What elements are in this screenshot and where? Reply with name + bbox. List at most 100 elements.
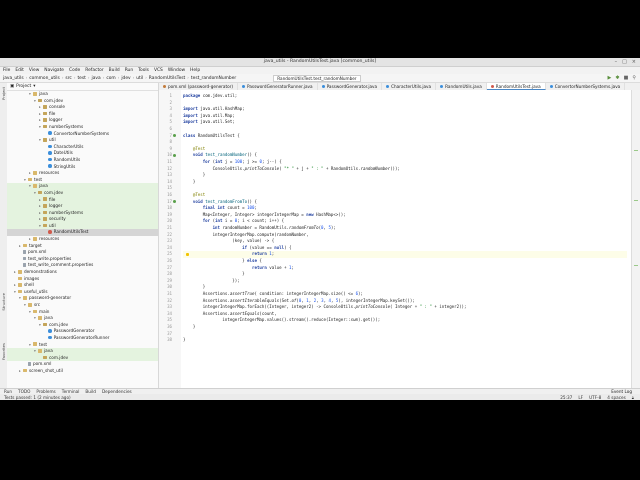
editor-tab[interactable]: RandomUtils.java — [436, 83, 487, 90]
tree-node[interactable]: ▸ logger — [7, 117, 158, 124]
breadcrumb-item[interactable]: src — [65, 76, 71, 81]
line-separator[interactable]: LF — [578, 395, 583, 400]
debug-icon[interactable]: ✱ — [615, 75, 619, 81]
run-configuration-select[interactable]: RandomUtilsTest.test_randomNumber — [273, 74, 361, 82]
tree-node[interactable]: ▸ logger — [7, 203, 158, 210]
breadcrumb-item[interactable]: java_utils — [3, 76, 24, 81]
editor-tab[interactable]: PasswordGenerator.java — [318, 83, 383, 90]
code-line[interactable]: 25 return 1; — [159, 251, 629, 258]
code-line[interactable]: 36 } — [159, 324, 629, 331]
code-line[interactable]: 27 return value + 1; — [159, 265, 629, 272]
code-line[interactable]: 7 class RandomUtilsTest { — [159, 133, 629, 140]
editor-tab[interactable]: pom.xml (password-generator) — [159, 83, 239, 90]
close-icon[interactable]: × — [632, 59, 636, 65]
tree-node[interactable]: ▾ util — [7, 222, 158, 230]
menu-file[interactable]: File — [3, 68, 10, 73]
code-line[interactable]: 26 } else { — [159, 258, 629, 265]
breadcrumb-item[interactable]: test — [77, 76, 85, 81]
minimize-icon[interactable]: – — [615, 59, 618, 65]
project-tool-button[interactable]: Project — [1, 87, 6, 100]
code-line[interactable]: 14 } — [159, 179, 629, 186]
run-test-icon[interactable] — [173, 154, 176, 158]
menu-edit[interactable]: Edit — [15, 68, 24, 73]
run-test-icon[interactable] — [173, 200, 176, 204]
tree-node[interactable]: CharacterUtils — [7, 144, 158, 151]
tree-node[interactable]: StringUtils — [7, 164, 158, 171]
editor-tab[interactable]: CharacterUtils.java — [382, 83, 437, 90]
tree-node[interactable]: ▾ test — [7, 177, 158, 184]
tree-node[interactable]: ▾ java — [7, 183, 158, 190]
scroll-marker[interactable] — [634, 150, 638, 151]
code-line[interactable]: 15 — [159, 185, 629, 192]
editor-tab[interactable]: RandomUtilsTest.java — [486, 83, 546, 90]
code-line[interactable]: 32 Assertions.assertIterableEquals(Set.o… — [159, 298, 629, 305]
code-line[interactable]: 9 @Test — [159, 146, 629, 153]
editor-tab[interactable]: PasswordGeneratorRunner.java — [238, 83, 318, 90]
tree-node[interactable]: ▾ password-generator — [7, 295, 158, 302]
breadcrumb-item[interactable]: util — [136, 76, 143, 81]
menu-code[interactable]: Code — [69, 68, 80, 73]
tree-node[interactable]: ▸ target — [7, 243, 158, 250]
code-line[interactable]: 30 } — [159, 284, 629, 291]
tree-node[interactable]: ▾ util — [7, 137, 158, 144]
indent-setting[interactable]: 4 spaces — [607, 395, 625, 400]
tree-node[interactable]: com.jdev — [7, 354, 158, 362]
code-line[interactable]: 2 — [159, 100, 629, 107]
tree-node[interactable]: test_write.properties — [7, 256, 158, 263]
code-line[interactable]: 33 integerIntegerMap.forEach((Integer, i… — [159, 304, 629, 311]
code-line[interactable]: 1 package com.jdev.util; — [159, 93, 629, 100]
tree-node[interactable]: ▸ resources — [7, 170, 158, 177]
tree-node[interactable]: ▸ numberSystems — [7, 209, 158, 217]
code-line[interactable]: 5 import java.util.Set; — [159, 119, 629, 126]
code-line[interactable]: 22 integerIntegerMap.compute(randomNumbe… — [159, 232, 629, 239]
tree-node[interactable]: ▸ resources — [7, 236, 158, 243]
menu-view[interactable]: View — [29, 68, 39, 73]
structure-tool-button[interactable]: Structure — [1, 293, 6, 311]
tree-node[interactable]: ▸ file — [7, 196, 158, 204]
favorites-tool-button[interactable]: Favorites — [1, 343, 6, 360]
code-line[interactable]: 4 import java.util.Map; — [159, 113, 629, 120]
code-line[interactable]: 24 if (value == null) { — [159, 245, 629, 252]
tree-node[interactable]: ▸ demonstrations — [7, 269, 158, 276]
caret-position[interactable]: 25:37 — [560, 395, 572, 400]
file-encoding[interactable]: UTF-8 — [589, 395, 601, 400]
run-test-icon[interactable] — [173, 134, 176, 138]
code-line[interactable]: 19 Map<Integer, Integer> integerIntegerM… — [159, 212, 629, 219]
code-line[interactable]: 17 void test_randomFromTo() { — [159, 199, 629, 206]
maximize-icon[interactable]: □ — [622, 59, 627, 65]
tree-node[interactable]: PasswordGenerator — [7, 328, 158, 335]
breadcrumb-item[interactable]: java — [92, 76, 101, 81]
code-editor[interactable]: 1 package com.jdev.util; 2 3 import java.uti… — [159, 90, 631, 388]
stop-icon[interactable]: ■ — [624, 75, 629, 81]
scroll-marker[interactable] — [634, 200, 638, 201]
tree-node[interactable]: ▾ com.jdev — [7, 189, 158, 197]
tree-node[interactable]: test_write_comment.properties — [7, 262, 158, 269]
tree-node[interactable]: ▸ shell — [7, 282, 158, 289]
tree-node[interactable]: ▸ screen_shot_util — [7, 368, 158, 375]
search-icon[interactable]: ⚲ — [632, 75, 636, 81]
code-line[interactable]: 8 — [159, 139, 629, 146]
run-icon[interactable]: ▶ — [608, 75, 612, 81]
code-line[interactable]: 11 for (int j = 100; j >= 0; j--) { — [159, 159, 629, 166]
menu-refactor[interactable]: Refactor — [85, 68, 103, 73]
code-line[interactable]: 18 final int count = 100; — [159, 205, 629, 212]
menu-run[interactable]: Run — [125, 68, 133, 73]
menu-tools[interactable]: Tools — [138, 68, 149, 73]
chevron-down-icon[interactable]: ▾ — [33, 84, 35, 89]
breadcrumb-item[interactable]: common_utils — [29, 76, 60, 81]
menu-window[interactable]: Window — [168, 68, 185, 73]
code-line[interactable]: 29 }); — [159, 278, 629, 285]
scroll-marker[interactable] — [634, 265, 638, 266]
tree-node[interactable]: ▾ java — [7, 348, 158, 355]
tree-node[interactable]: ▸ security — [7, 216, 158, 223]
tree-node[interactable]: ▾ numberSystems — [7, 124, 158, 131]
code-line[interactable]: 13 } — [159, 172, 629, 179]
code-line[interactable]: 20 for (int i = 0; i < count; i++) { — [159, 218, 629, 225]
tree-node[interactable]: ▾ test — [7, 342, 158, 349]
menu-build[interactable]: Build — [109, 68, 120, 73]
code-line[interactable]: 21 int randomNumber = RandomUtils.random… — [159, 225, 629, 232]
tree-node[interactable]: RandomUtilsTest — [7, 229, 158, 237]
code-line[interactable]: 16 @Test — [159, 192, 629, 199]
tree-node[interactable]: ▾ java — [7, 91, 158, 98]
tree-node[interactable]: ▾ src — [7, 302, 158, 309]
